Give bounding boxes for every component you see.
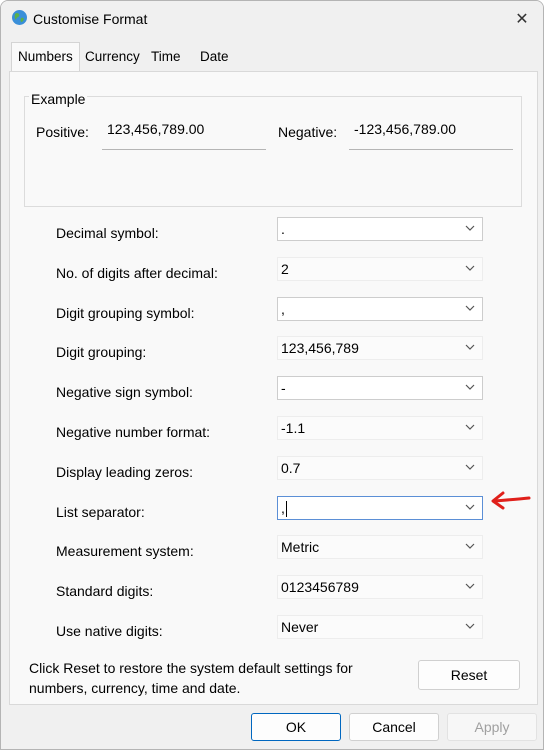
combo-value: Metric	[281, 539, 320, 556]
combo-value: 2	[281, 260, 289, 277]
positive-label: Positive:	[36, 124, 89, 140]
reset-button[interactable]: Reset	[418, 660, 520, 690]
chevron-down-icon[interactable]	[463, 220, 477, 236]
example-group	[24, 96, 522, 207]
label-display-leading-zeros: Display leading zeros:	[56, 463, 193, 480]
combo-negative-number-format[interactable]: -1.1	[277, 416, 483, 440]
combo-value: .	[281, 221, 285, 237]
negative-label: Negative:	[278, 124, 338, 140]
combo-digit-grouping-symbol[interactable]: ,	[277, 296, 483, 321]
combo-digit-grouping[interactable]: 123,456,789	[277, 336, 483, 361]
chevron-down-icon[interactable]	[463, 300, 477, 316]
label-negative-number-format: Negative number format:	[56, 424, 211, 440]
label-decimal-symbol: Decimal symbol:	[56, 225, 159, 241]
text-caret	[285, 500, 287, 517]
combo-value: 0123456789	[281, 579, 359, 596]
chevron-down-icon[interactable]	[463, 260, 477, 276]
label-digit-grouping-symbol: Digit grouping symbol:	[56, 304, 195, 321]
label-list-separator: List separator:	[56, 503, 145, 520]
label-negative-sign-symbol: Negative sign symbol:	[56, 384, 193, 401]
tab-date[interactable]: Date	[194, 43, 235, 70]
tab-numbers[interactable]: Numbers	[11, 42, 80, 72]
close-icon[interactable]: ✕	[509, 7, 535, 31]
combo-no-of-digits-after-decimal[interactable]: 2	[277, 256, 483, 281]
combo-negative-sign-symbol[interactable]: -	[277, 376, 483, 401]
combo-value: ,	[281, 499, 285, 516]
chevron-down-icon[interactable]	[463, 339, 477, 355]
negative-example-value: -123,456,789.00	[349, 118, 513, 150]
label-use-native-digits: Use native digits:	[56, 623, 163, 639]
combo-value: 0.7	[281, 459, 301, 476]
cancel-button[interactable]: Cancel	[349, 713, 439, 741]
combo-list-separator[interactable]: ,	[277, 495, 483, 520]
combo-value: Never	[281, 619, 319, 635]
tab-time[interactable]: Time	[145, 43, 187, 70]
combo-value: -	[281, 380, 286, 397]
combo-value: 123,456,789	[281, 340, 359, 357]
combo-decimal-symbol[interactable]: .	[277, 217, 483, 241]
label-measurement-system: Measurement system:	[56, 543, 194, 560]
reset-note: Click Reset to restore the system defaul…	[29, 660, 353, 696]
chevron-down-icon[interactable]	[463, 459, 477, 475]
ok-button[interactable]: OK	[251, 713, 341, 741]
numbers-panel: Example Positive: 123,456,789.00 Negativ…	[9, 71, 538, 705]
example-label: Example	[29, 91, 88, 107]
label-no-of-digits-after-decimal: No. of digits after decimal:	[56, 264, 218, 281]
title-bar: Customise Format ✕	[1, 1, 543, 37]
chevron-down-icon[interactable]	[463, 578, 477, 594]
chevron-down-icon[interactable]	[463, 419, 477, 435]
red-arrow-annotation	[491, 491, 531, 510]
chevron-down-icon[interactable]	[463, 499, 477, 515]
chevron-down-icon[interactable]	[463, 618, 477, 634]
chevron-down-icon[interactable]	[463, 538, 477, 554]
combo-measurement-system[interactable]: Metric	[277, 535, 483, 560]
label-digit-grouping: Digit grouping:	[56, 344, 147, 361]
combo-standard-digits[interactable]: 0123456789	[277, 575, 483, 600]
positive-example-value: 123,456,789.00	[102, 118, 266, 150]
label-standard-digits: Standard digits:	[56, 583, 154, 600]
combo-value: ,	[281, 300, 285, 317]
tab-currency[interactable]: Currency	[79, 43, 146, 70]
combo-display-leading-zeros[interactable]: 0.7	[277, 455, 483, 480]
globe-icon	[12, 10, 27, 25]
chevron-down-icon[interactable]	[463, 379, 477, 395]
combo-value: -1.1	[281, 420, 306, 436]
combo-use-native-digits[interactable]: Never	[277, 615, 483, 639]
customise-format-dialog: Customise Format ✕ Numbers Currency Time…	[0, 0, 544, 750]
window-title: Customise Format	[33, 11, 148, 27]
apply-button: Apply	[447, 713, 537, 741]
